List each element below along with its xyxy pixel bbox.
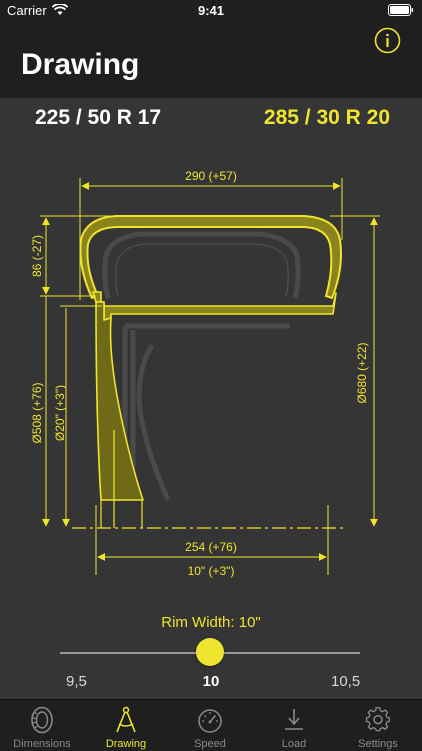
tab-load-label: Load: [281, 738, 307, 750]
navigation-bar: Drawing: [0, 22, 422, 98]
original-tire-outline: [102, 231, 301, 502]
speedometer-icon: [198, 709, 222, 733]
rim-width-slider[interactable]: [60, 637, 360, 669]
tire-cross-section-drawing: 290 (+57) 86 (-27) Ø680 (+22) Ø508 (+76)…: [30, 169, 380, 578]
tire-size-comparison: 225 / 50 R 17 285 / 30 R 20: [0, 98, 422, 136]
overall-diameter-label: Ø680 (+22): [355, 342, 369, 403]
slider-thumb[interactable]: [196, 638, 224, 666]
tab-speed-label: Speed: [194, 738, 226, 750]
tab-settings[interactable]: Settings: [336, 700, 420, 751]
tab-speed[interactable]: Speed: [168, 700, 252, 751]
clock: 9:41: [197, 3, 225, 18]
slider-max-label: 10,5: [331, 673, 361, 690]
width-dimension-label: 290 (+57): [185, 169, 237, 183]
tab-bar: Dimensions Drawing Speed Load Settings: [0, 699, 422, 751]
rim-width-label: Rim Width: 10": [161, 614, 261, 631]
new-tire-outline: [79, 215, 342, 528]
download-arrow-icon: [285, 709, 303, 730]
tab-dimensions-label: Dimensions: [13, 738, 71, 750]
status-bar: Carrier 9:41: [0, 0, 422, 22]
compass-icon: [116, 706, 136, 733]
original-tire-size: 225 / 50 R 17: [35, 106, 162, 129]
tab-dimensions[interactable]: Dimensions: [0, 700, 84, 751]
rim-width-mm-label: 254 (+76): [185, 540, 237, 554]
page-title: Drawing: [21, 48, 140, 81]
rim-width-inch-label: 10" (+3"): [188, 564, 235, 578]
rim-diameter-inch-label: Ø20" (+3"): [53, 385, 67, 441]
sidewall-height-label: 86 (-27): [30, 235, 44, 277]
new-tire-size: 285 / 30 R 20: [263, 106, 390, 129]
info-icon[interactable]: [374, 27, 401, 54]
tab-drawing[interactable]: Drawing: [84, 700, 168, 751]
tire-icon: [31, 706, 53, 734]
battery-icon: [388, 4, 414, 16]
tab-drawing-label: Drawing: [105, 738, 147, 750]
gear-icon: [365, 707, 391, 732]
tab-load[interactable]: Load: [252, 700, 336, 751]
tab-settings-label: Settings: [358, 738, 398, 750]
rim-diameter-mm-label: Ø508 (+76): [30, 382, 44, 443]
